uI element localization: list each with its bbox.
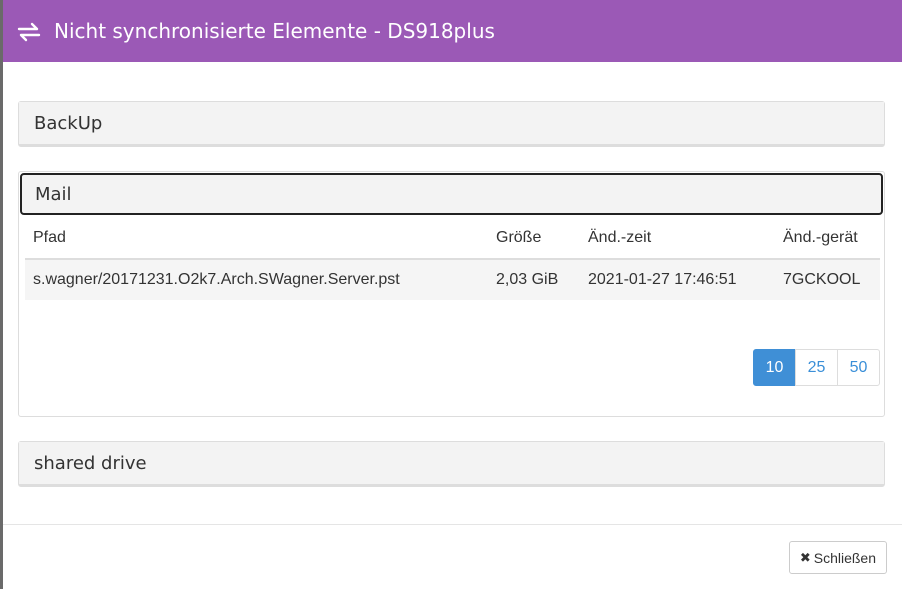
- close-button-label: Schließen: [813, 549, 876, 566]
- close-button[interactable]: ✖ Schließen: [788, 541, 887, 574]
- column-header-path[interactable]: Pfad: [25, 218, 488, 260]
- dialog-body: BackUp Mail Pfad Größe Änd.-zeit Änd.-ge…: [3, 62, 902, 524]
- panel-shared-drive: shared drive: [18, 441, 885, 487]
- column-header-size[interactable]: Größe: [488, 218, 580, 260]
- cell-path: s.wagner/20171231.O2k7.Arch.SWagner.Serv…: [25, 259, 488, 300]
- panel-heading-shared-drive[interactable]: shared drive: [19, 442, 884, 486]
- unsynced-items-dialog: Nicht synchronisierte Elemente - DS918pl…: [3, 0, 902, 589]
- dialog-title: Nicht synchronisierte Elemente - DS918pl…: [54, 19, 495, 43]
- page-size-25-button[interactable]: 25: [795, 349, 838, 386]
- panel-backup: BackUp: [18, 101, 885, 147]
- cell-modified-time: 2021-01-27 17:46:51: [580, 259, 775, 300]
- unsynced-files-table: Pfad Größe Änd.-zeit Änd.-gerät s.wagner…: [25, 218, 880, 300]
- table-row[interactable]: s.wagner/20171231.O2k7.Arch.SWagner.Serv…: [25, 259, 880, 300]
- page-size-selector: 10 25 50: [753, 349, 880, 386]
- panel-heading-mail[interactable]: Mail: [20, 173, 883, 215]
- dialog-footer: ✖ Schließen: [3, 524, 902, 589]
- panel-mail: Mail Pfad Größe Änd.-zeit Änd.-gerät s.w…: [18, 171, 885, 417]
- panel-heading-backup[interactable]: BackUp: [19, 102, 884, 146]
- exchange-arrows-icon: [17, 22, 41, 42]
- cell-modified-device: 7GCKOOL: [775, 259, 880, 300]
- close-x-icon: ✖: [799, 549, 811, 565]
- column-header-modified-device[interactable]: Änd.-gerät: [775, 218, 880, 260]
- cell-size: 2,03 GiB: [488, 259, 580, 300]
- column-header-modified-time[interactable]: Änd.-zeit: [580, 218, 775, 260]
- dialog-header: Nicht synchronisierte Elemente - DS918pl…: [3, 0, 902, 62]
- table-header-row: Pfad Größe Änd.-zeit Änd.-gerät: [25, 218, 880, 260]
- page-size-50-button[interactable]: 50: [837, 349, 880, 386]
- page-size-10-button[interactable]: 10: [753, 349, 796, 386]
